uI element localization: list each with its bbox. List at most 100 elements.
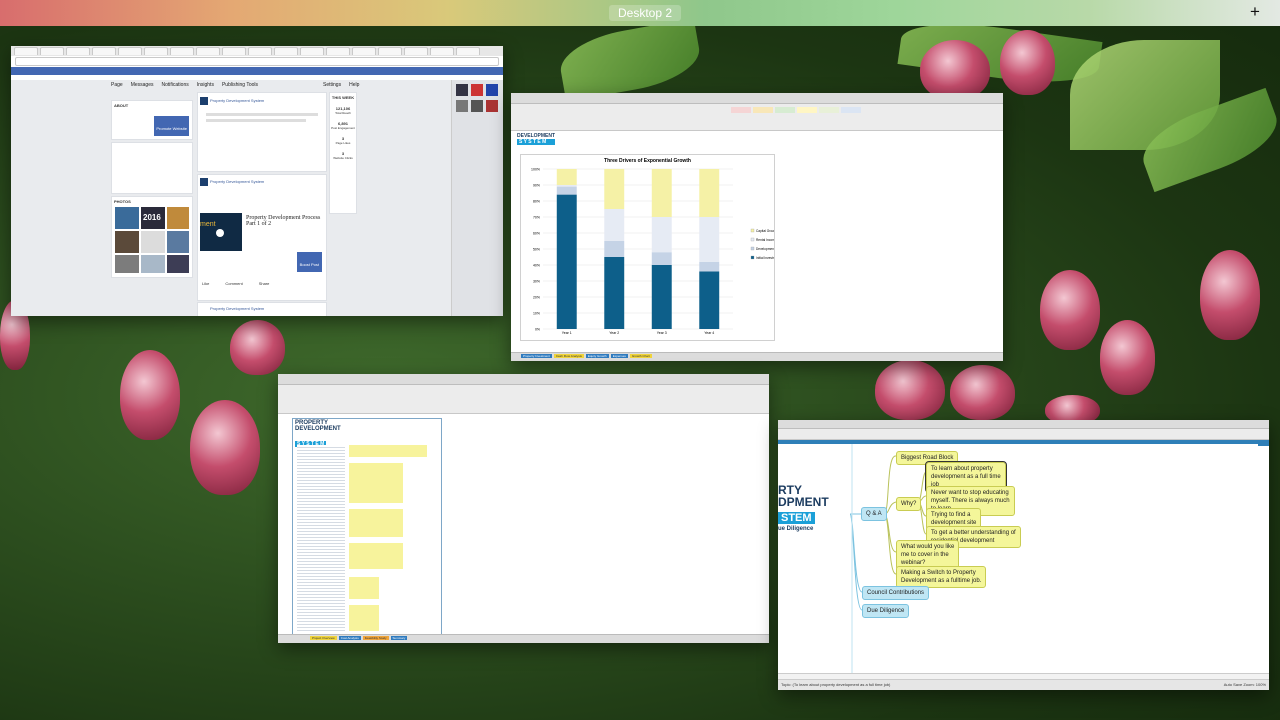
browser-tab[interactable]	[248, 47, 272, 55]
boost-post-button[interactable]: Boost Post	[296, 252, 322, 272]
browser-tab[interactable]	[430, 47, 454, 55]
bar-segment[interactable]	[604, 257, 625, 329]
browser-tab[interactable]	[274, 47, 298, 55]
tab-notifications[interactable]: Notifications	[161, 82, 188, 88]
sheet-tab[interactable]: Expenses	[610, 354, 628, 358]
bar-segment[interactable]	[556, 194, 577, 329]
tab-messages[interactable]: Messages	[131, 82, 154, 88]
bar-segment[interactable]	[604, 209, 625, 241]
browser-tab[interactable]	[352, 47, 376, 55]
sheet-tab[interactable]: Property Investment	[521, 354, 552, 358]
node-council-contributions[interactable]: Council Contributions	[862, 586, 930, 600]
style-swatch[interactable]	[819, 107, 839, 113]
sheet-tab[interactable]: Summary	[390, 636, 408, 640]
photo-thumb[interactable]	[167, 207, 189, 229]
node-due-diligence[interactable]: Due Diligence	[862, 604, 910, 618]
browser-tab[interactable]	[92, 47, 116, 55]
input-cells[interactable]	[349, 463, 403, 503]
browser-tab[interactable]	[300, 47, 324, 55]
style-swatch[interactable]	[753, 107, 773, 113]
bar-segment[interactable]	[556, 185, 577, 187]
bar-segment[interactable]	[604, 241, 625, 257]
node-qa[interactable]: Q & A	[861, 507, 887, 521]
share-button[interactable]: Share	[259, 281, 270, 286]
like-button[interactable]: Like	[202, 281, 209, 286]
photo-thumb[interactable]: 2016	[141, 207, 165, 229]
tab-page[interactable]: Page	[111, 82, 123, 88]
photo-thumb[interactable]	[167, 255, 189, 273]
desktop-label[interactable]: Desktop 2	[609, 5, 682, 21]
bar-segment[interactable]	[699, 261, 720, 272]
input-cells[interactable]	[349, 509, 403, 537]
style-swatch[interactable]	[841, 107, 861, 113]
featured-post-author[interactable]: Property Development System	[210, 179, 264, 184]
style-swatch[interactable]	[775, 107, 795, 113]
input-cells[interactable]	[349, 605, 379, 631]
sheet-tab[interactable]: Cash Flow Analysis	[553, 354, 584, 358]
sheet-tab[interactable]: Growth Chart	[629, 354, 652, 358]
settings-link[interactable]: Settings	[323, 82, 341, 88]
facebook-window[interactable]: Property Development System Page Message…	[11, 46, 503, 316]
app-icon[interactable]	[486, 84, 498, 96]
input-cells[interactable]	[349, 577, 379, 599]
photo-thumb[interactable]	[115, 255, 139, 273]
browser-tab[interactable]	[222, 47, 246, 55]
tab-publishing-tools[interactable]: Publishing Tools	[222, 82, 258, 88]
bar-segment[interactable]	[651, 217, 672, 253]
help-link[interactable]: Help	[349, 82, 359, 88]
input-cells[interactable]	[349, 445, 427, 457]
bar-segment[interactable]	[556, 169, 577, 185]
app-icon[interactable]	[456, 100, 468, 112]
mindmap-canvas[interactable]: RTY DPMENT STEM ue Diligence Q & A Bigge…	[778, 444, 1258, 676]
sheet-tab[interactable]: Feasibility Study	[362, 636, 389, 640]
play-icon[interactable]	[216, 229, 224, 237]
app-icon[interactable]	[456, 84, 468, 96]
input-cells[interactable]	[349, 543, 403, 569]
bar-segment[interactable]	[651, 265, 672, 329]
sheet-tab[interactable]: Cost Analysis	[338, 636, 361, 640]
browser-tab[interactable]	[14, 47, 38, 55]
bar-segment[interactable]	[651, 252, 672, 265]
browser-tab[interactable]	[118, 47, 142, 55]
photo-thumb[interactable]	[167, 231, 189, 253]
browser-tab[interactable]	[144, 47, 168, 55]
comment-button[interactable]: Comment	[225, 281, 242, 286]
browser-tab[interactable]	[196, 47, 220, 55]
post-author[interactable]: Property Development System	[210, 306, 264, 311]
style-swatch[interactable]	[797, 107, 817, 113]
tab-insights[interactable]: Insights	[197, 82, 214, 88]
post-author[interactable]: Property Development System	[210, 98, 264, 103]
browser-tab[interactable]	[40, 47, 64, 55]
node-why[interactable]: Why?	[896, 497, 922, 511]
browser-tab[interactable]	[378, 47, 402, 55]
bar-segment[interactable]	[699, 217, 720, 262]
app-icon[interactable]	[471, 84, 483, 96]
central-topic[interactable]: RTY DPMENT STEM ue Diligence	[778, 484, 848, 546]
app-icon[interactable]	[471, 100, 483, 112]
bar-segment[interactable]	[556, 186, 577, 195]
bar-segment[interactable]	[651, 169, 672, 217]
bar-segment[interactable]	[699, 169, 720, 217]
address-bar[interactable]	[15, 57, 499, 66]
browser-tab[interactable]	[456, 47, 480, 55]
app-icon[interactable]	[486, 100, 498, 112]
mindmap-window[interactable]: Due Diligence Questions RTY DPMENT STEM …	[778, 420, 1269, 690]
promote-website-button[interactable]: Promote Website	[154, 116, 189, 136]
sheet-tab[interactable]: Project Overview	[310, 636, 337, 640]
excel-calc-window[interactable]: PROPERTY DEVELOPMENT S Y S T E M Project…	[278, 374, 769, 643]
video-thumbnail[interactable]: ment	[200, 213, 242, 251]
photo-thumb[interactable]	[141, 231, 165, 253]
browser-tab[interactable]	[66, 47, 90, 55]
video-title[interactable]: Property Development Process Part 1 of 2	[246, 215, 322, 227]
sheet-tab[interactable]: Equity Growth	[585, 354, 609, 358]
photo-thumb[interactable]	[115, 207, 139, 229]
photo-thumb[interactable]	[141, 255, 165, 273]
browser-tab[interactable]	[170, 47, 194, 55]
browser-tab[interactable]	[326, 47, 350, 55]
style-swatch[interactable]	[731, 107, 751, 113]
photo-thumb[interactable]	[115, 231, 139, 253]
bar-segment[interactable]	[604, 169, 625, 209]
bar-segment[interactable]	[699, 271, 720, 329]
add-desktop-button[interactable]: +	[1250, 3, 1260, 21]
browser-tab[interactable]	[404, 47, 428, 55]
